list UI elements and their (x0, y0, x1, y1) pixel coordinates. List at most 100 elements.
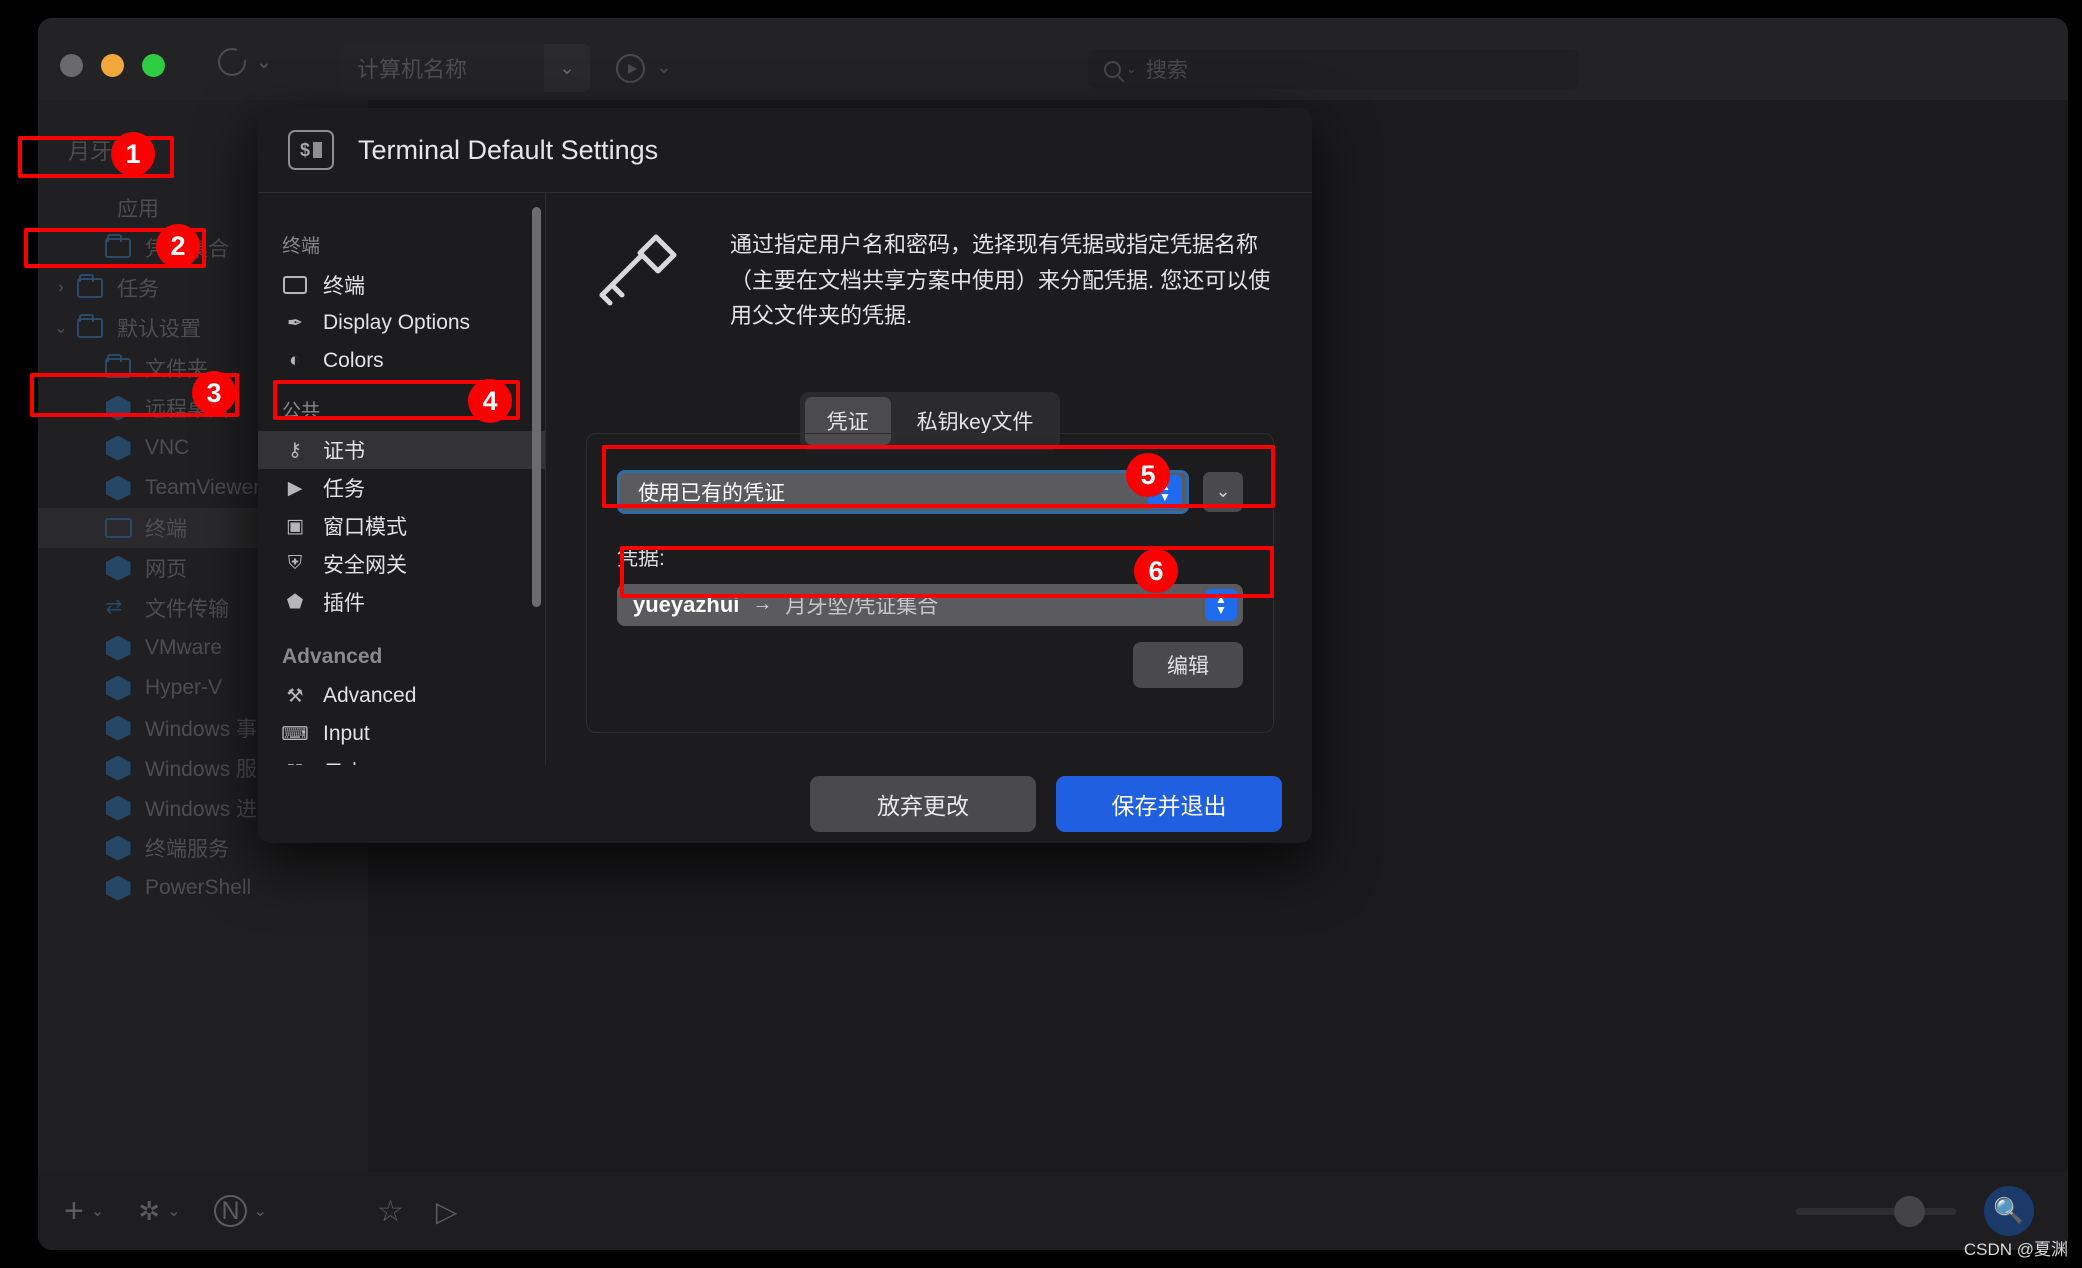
none (74, 195, 106, 221)
log-icon: ☷ (282, 760, 308, 765)
credential-path: 月牙坠/凭证集合 (785, 590, 938, 620)
gateway-icon: ⛨ (282, 552, 308, 576)
nav-item-2-0[interactable]: ⚒ Advanced (258, 677, 545, 715)
nav-item-2-1[interactable]: ⌨ Input (258, 715, 545, 753)
folder-icon (102, 235, 134, 261)
nav-item-label: Input (323, 722, 370, 746)
settings-button[interactable]: ✲ ⌄ (138, 1198, 180, 1224)
cube-icon (102, 795, 134, 821)
credential-mode-dropdown-button[interactable]: ⌄ (1203, 472, 1243, 512)
screenshot-root: ⌄ 计算机名称 ⌄ ⌄ ⌄ 搜索 概览 月牙坠 应用凭证集合›任务⌄默认设置文件… (0, 0, 2082, 1268)
chevron-down-icon[interactable]: ⌄ (167, 1201, 180, 1221)
refresh-circle-icon[interactable] (218, 48, 246, 76)
dialog-title: Terminal Default Settings (358, 135, 658, 166)
nav-item-2-2[interactable]: ☷ 日志 (258, 753, 545, 765)
nav-item-label: 日志 (323, 757, 365, 765)
credential-mode-select[interactable]: 使用已有的凭证 ▲▼ (617, 470, 1189, 514)
nav-item-label: Advanced (323, 684, 416, 708)
nav-item-1-3[interactable]: ⛨安全网关 (258, 545, 545, 583)
close-button[interactable] (60, 54, 83, 77)
add-button[interactable]: + ⌄ (64, 1198, 104, 1224)
sidebar-item-label: 文件传输 (145, 593, 229, 623)
window-traffic-lights[interactable] (60, 54, 165, 77)
watermark: CSDN @夏渊 (1964, 1235, 2068, 1260)
nav-item-1-4[interactable]: ⬟插件 (258, 583, 545, 621)
twisty-icon[interactable]: › (48, 279, 74, 297)
computer-name-dropdown-button[interactable]: ⌄ (544, 44, 590, 92)
dialog-footer: 放弃更改 保存并退出 (258, 765, 1312, 843)
keyboard-icon: ⌨ (282, 722, 308, 746)
nav-item-0-0[interactable]: 终端 (258, 266, 545, 304)
twisty-icon[interactable]: ⌄ (48, 318, 74, 338)
edit-credential-button[interactable]: 编辑 (1133, 642, 1243, 688)
folder-icon (74, 315, 106, 341)
sidebar-item-label: 网页 (145, 553, 187, 583)
save-and-exit-button[interactable]: 保存并退出 (1056, 776, 1282, 832)
nav-item-1-2[interactable]: ▣窗口模式 (258, 507, 545, 545)
intro-description: 通过指定用户名和密码，选择现有凭据或指定凭据名称（主要在文档共享方案中使用）来分… (730, 227, 1274, 334)
transfer-icon: ⇄ (102, 595, 134, 621)
nav-item-label: Display Options (323, 311, 470, 335)
settings-nav-scrollbar[interactable] (532, 207, 541, 607)
chevron-down-icon[interactable]: ⌄ (254, 1201, 267, 1221)
nav-item-label: Colors (323, 349, 384, 373)
annotation-badge-2: 2 (156, 224, 200, 268)
annotation-badge-6: 6 (1134, 549, 1178, 593)
dialog-header: $ Terminal Default Settings (258, 108, 1312, 192)
cube-icon (102, 675, 134, 701)
search-scope-chevron-icon[interactable]: ⌄ (1126, 61, 1137, 77)
nav-item-1-1[interactable]: ▶任务 (258, 469, 545, 507)
tools-icon: ⚒ (282, 684, 308, 708)
cube-icon (102, 875, 134, 901)
zoom-slider[interactable] (1796, 1208, 1956, 1215)
cube-icon (102, 395, 134, 421)
annotation-badge-1: 1 (111, 132, 155, 176)
zoom-slider-handle[interactable] (1894, 1196, 1925, 1227)
nav-group-label-0: 终端 (258, 215, 545, 266)
play-triangle-icon: ▷ (436, 1195, 458, 1228)
credential-mode-value: 使用已有的凭证 (638, 477, 1148, 507)
sidebar-item-17[interactable]: PowerShell (38, 868, 368, 908)
zoom-search-icon: 🔍 (1993, 1197, 2024, 1226)
terminal-icon (282, 273, 308, 297)
brush-icon: ✒ (282, 311, 308, 335)
stepper-up-down-icon[interactable]: ▲▼ (1205, 589, 1237, 621)
zoom-search-button[interactable]: 🔍 (1984, 1186, 2034, 1236)
sidebar-item-label: 终端服务 (145, 833, 229, 863)
key-icon (586, 227, 696, 317)
window-titlebar: ⌄ 计算机名称 ⌄ ⌄ ⌄ 搜索 (38, 18, 2068, 100)
play-dropdown-chevron-icon[interactable]: ⌄ (656, 56, 672, 79)
sidebar-item-label: 应用 (117, 193, 159, 223)
folder-icon (74, 275, 106, 301)
sidebar-item-label: 终端 (145, 513, 187, 543)
sidebar-item-label: Hyper-V (145, 676, 222, 700)
sidebar-item-label: 默认设置 (117, 313, 201, 343)
chevron-down-icon[interactable]: ⌄ (91, 1201, 104, 1221)
maximize-button[interactable] (142, 54, 165, 77)
refresh-control[interactable]: ⌄ (218, 48, 272, 76)
settings-main-panel: 通过指定用户名和密码，选择现有凭据或指定凭据名称（主要在文档共享方案中使用）来分… (545, 193, 1312, 765)
discard-changes-button[interactable]: 放弃更改 (810, 776, 1036, 832)
nav-item-0-2[interactable]: ◐ Colors (258, 342, 545, 380)
plus-icon: + (64, 1198, 84, 1224)
chevron-down-icon: ⌄ (1215, 481, 1230, 502)
palette-icon: ◐ (282, 349, 308, 373)
cube-icon (102, 715, 134, 741)
nav-item-1-0[interactable]: ⚷证书 (258, 431, 545, 469)
settings-nav[interactable]: 终端终端✒Display Options◐Colors公共⚷证书▶任务▣窗口模式… (258, 193, 545, 765)
cube-icon (102, 635, 134, 661)
cube-icon: ⬟ (282, 590, 308, 614)
minimize-button[interactable] (101, 54, 124, 77)
sync-button[interactable]: N ⌄ (214, 1195, 266, 1227)
favorite-button[interactable]: ☆ (377, 1194, 404, 1229)
terminal-icon (102, 515, 134, 541)
sync-circle-icon: N (214, 1195, 246, 1227)
play-circle-icon[interactable] (616, 54, 645, 83)
search-input[interactable]: ⌄ 搜索 (1088, 49, 1578, 89)
run-button[interactable]: ▷ (436, 1195, 458, 1228)
annotation-badge-3: 3 (192, 371, 236, 415)
nav-item-0-1[interactable]: ✒ Display Options (258, 304, 545, 342)
search-placeholder: 搜索 (1146, 54, 1188, 84)
cube-icon (102, 475, 134, 501)
chevron-down-icon[interactable]: ⌄ (256, 53, 272, 72)
